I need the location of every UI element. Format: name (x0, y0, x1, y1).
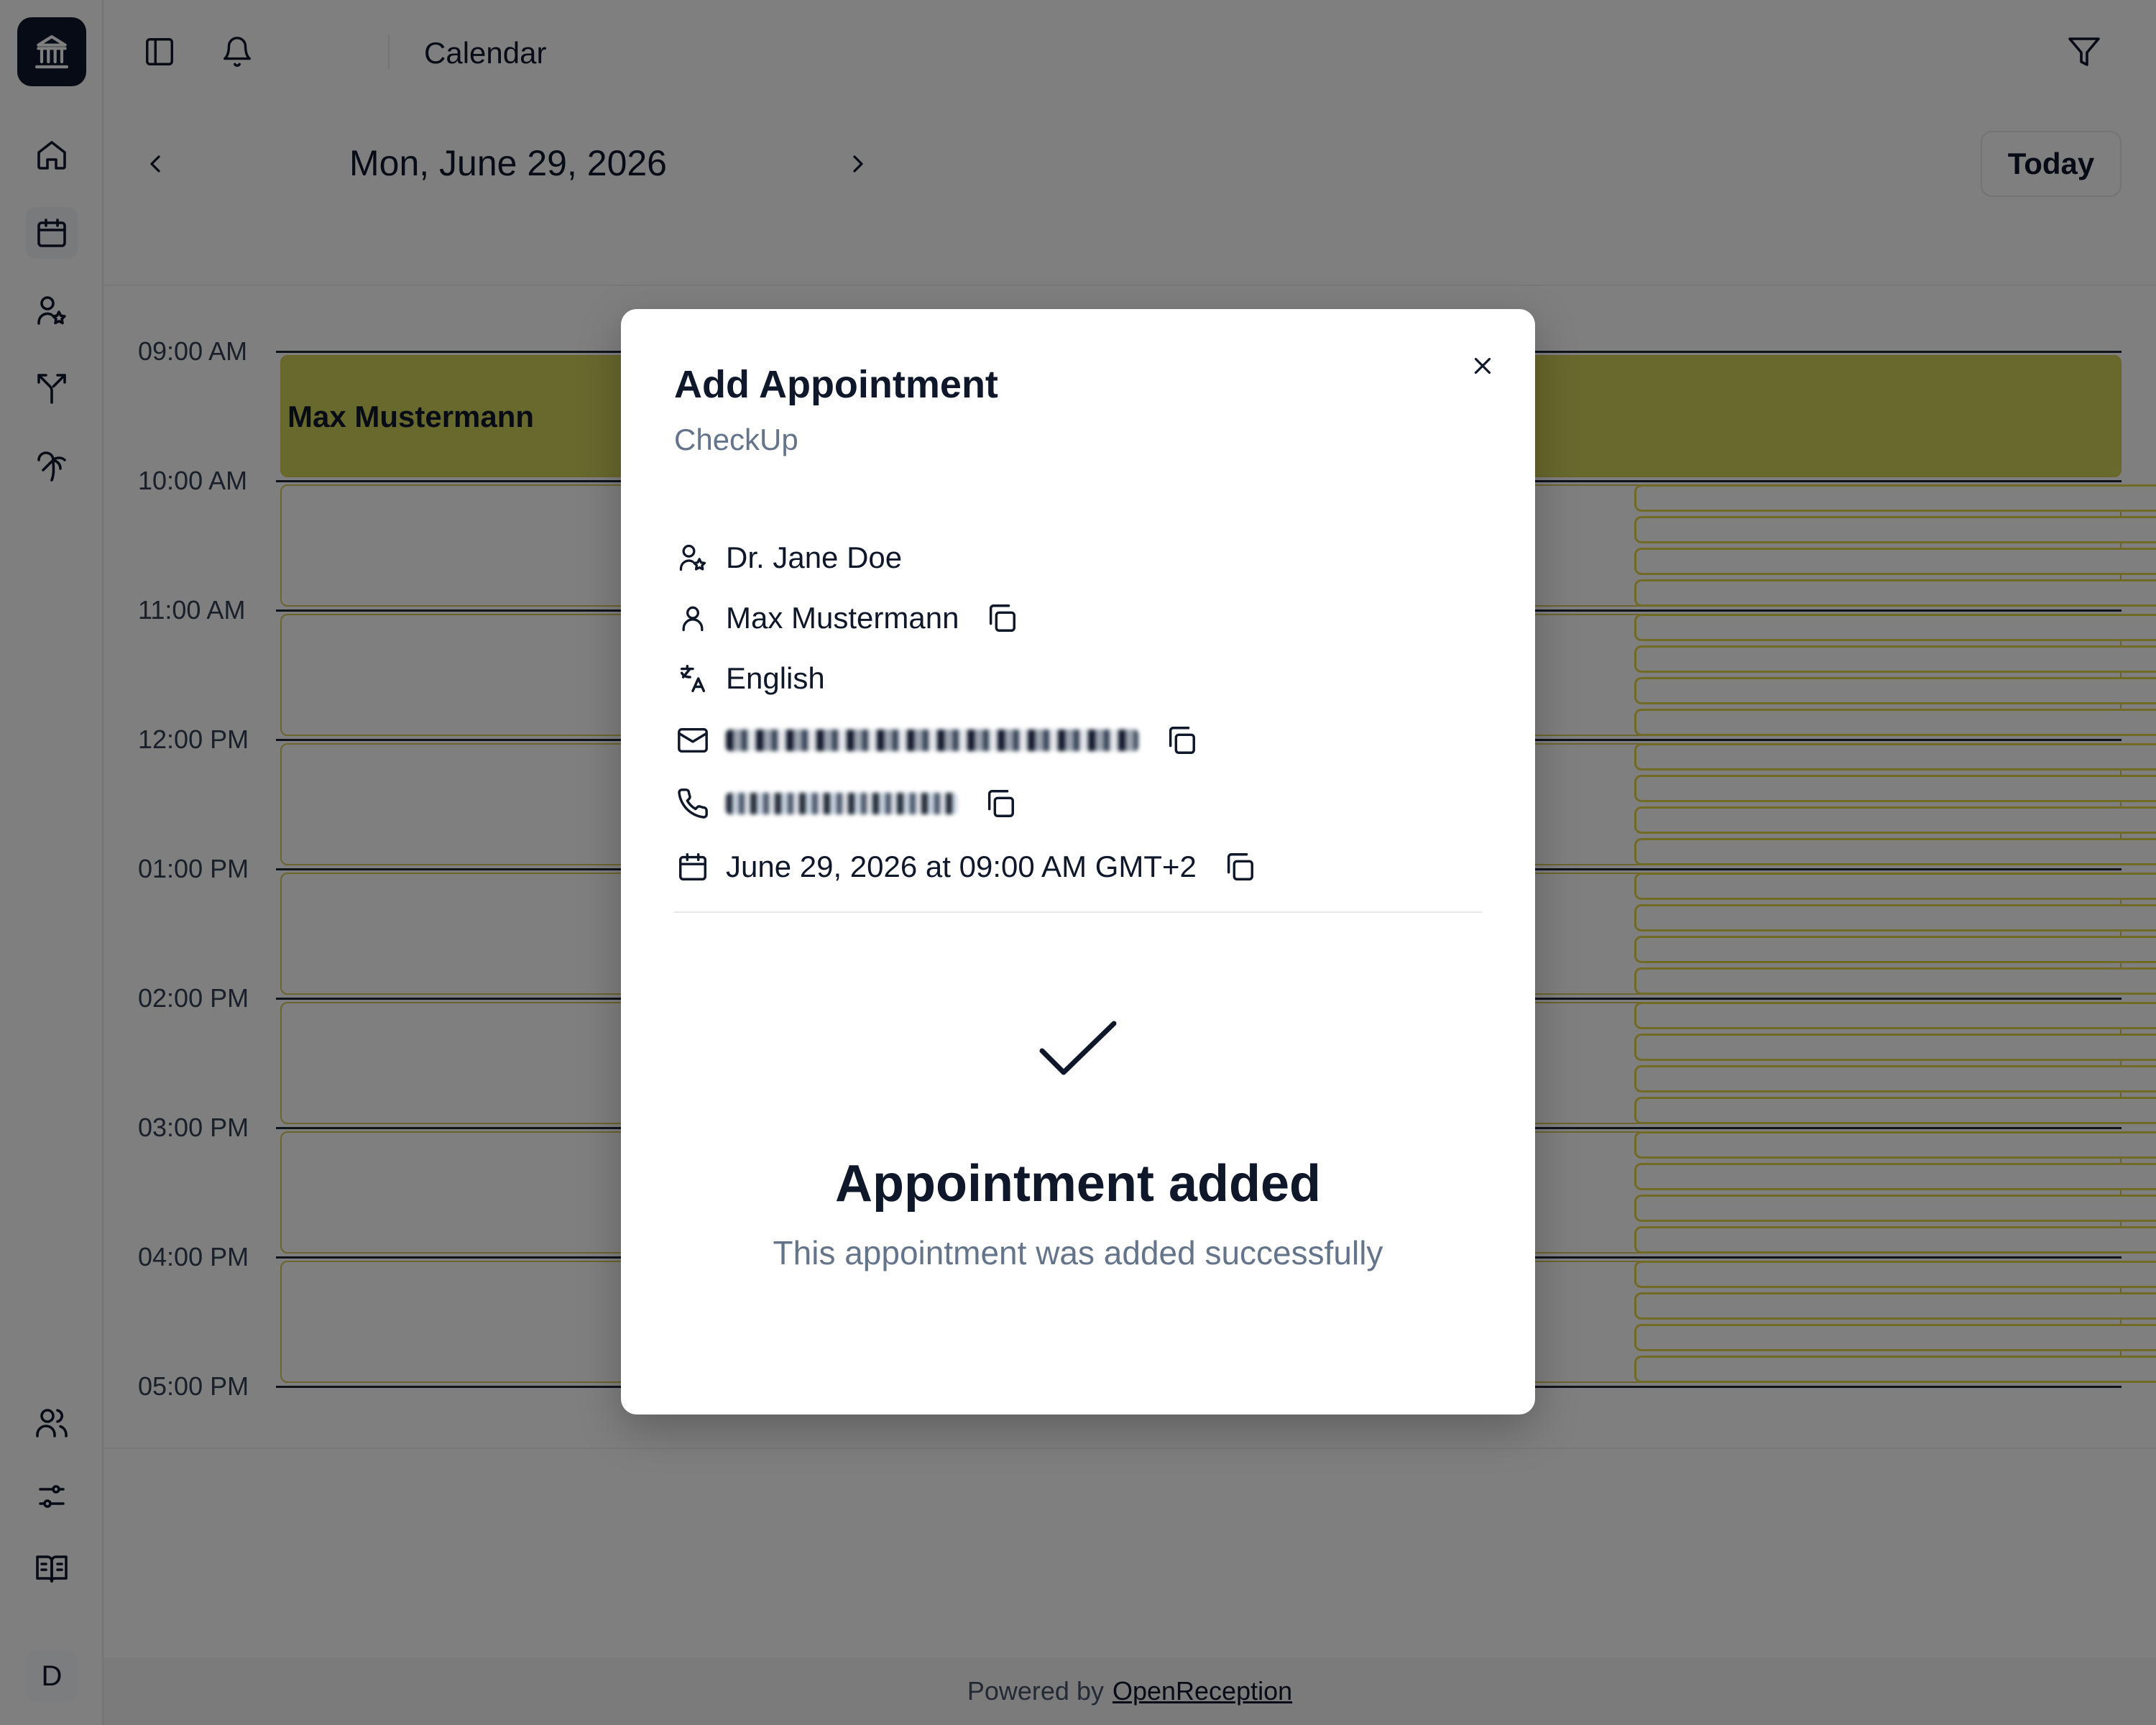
dialog-divider (674, 911, 1482, 913)
copy-icon (1169, 727, 1195, 754)
phone-row (674, 782, 1019, 825)
success-title: Appointment added (835, 1155, 1321, 1213)
success-message: This appointment was added successfully (773, 1234, 1383, 1271)
appointment-datetime: June 29, 2026 at 09:00 AM GMT+2 (726, 850, 1197, 883)
redacted-email (726, 730, 1138, 751)
copy-datetime-button[interactable] (1221, 848, 1258, 886)
close-button[interactable] (1456, 339, 1509, 392)
copy-icon (1227, 853, 1253, 880)
doctor-row: Dr. Jane Doe (674, 536, 902, 579)
patient-row: Max Mustermann (674, 597, 1021, 640)
add-appointment-dialog: Add Appointment CheckUp Dr. Jane Doe Max… (621, 309, 1535, 1414)
patient-name: Max Mustermann (726, 601, 959, 635)
copy-patient-button[interactable] (983, 599, 1021, 637)
copy-phone-button[interactable] (982, 785, 1019, 822)
dialog-title: Add Appointment (674, 363, 998, 406)
mail-icon (674, 722, 711, 759)
translate-icon (674, 660, 711, 697)
doctor-name: Dr. Jane Doe (726, 540, 903, 574)
user-icon (674, 599, 711, 637)
language-row: English (674, 657, 825, 700)
calendar-icon (674, 848, 711, 886)
datetime-row: June 29, 2026 at 09:00 AM GMT+2 (674, 845, 1258, 888)
copy-icon (990, 604, 1016, 632)
copy-email-button[interactable] (1163, 722, 1200, 759)
appointment-type: CheckUp (674, 423, 798, 456)
redacted-phone (726, 793, 957, 814)
email-row (674, 719, 1200, 762)
user-star-icon (674, 539, 711, 576)
phone-icon (674, 785, 711, 822)
language: English (726, 661, 825, 695)
close-icon (1474, 357, 1491, 374)
copy-icon (987, 790, 1014, 817)
checkmark-icon (1039, 1021, 1117, 1075)
